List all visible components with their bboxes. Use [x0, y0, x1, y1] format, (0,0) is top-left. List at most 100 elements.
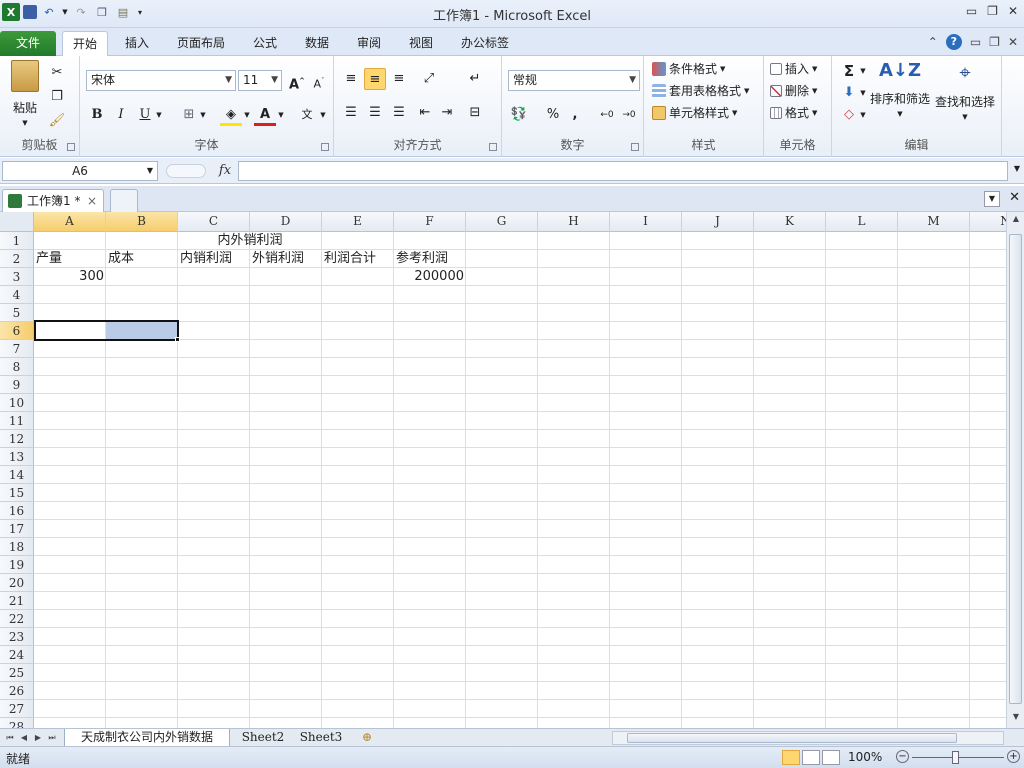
paste-dropdown-icon[interactable]: ▼ [22, 119, 27, 127]
row-header-9[interactable]: 9 [0, 376, 34, 394]
column-header-C[interactable]: C [178, 212, 250, 232]
decrease-indent-icon[interactable]: ⇤ [414, 102, 436, 124]
vertical-scrollbar[interactable]: ▲ ▼ [1006, 212, 1024, 728]
tab-office-tab[interactable]: 办公标签 [452, 31, 518, 56]
row-header-11[interactable]: 11 [0, 412, 34, 430]
row-header-26[interactable]: 26 [0, 682, 34, 700]
minimize-icon[interactable]: ▭ [966, 4, 977, 18]
worksheet-grid[interactable]: ABCDEFGHIJKLMN 1 2 3 4 5 6 7 8 9 10 11 12 13 14 15 16 17… [0, 212, 1006, 728]
tab-page-layout[interactable]: 页面布局 [170, 31, 232, 56]
column-header-F[interactable]: F [394, 212, 466, 232]
cell-B2[interactable]: 成本 [106, 250, 178, 268]
format-as-table-button[interactable]: 套用表格格式 ▼ [652, 82, 749, 99]
formula-splitter[interactable] [166, 164, 206, 178]
format-cells-button[interactable]: 格式 ▼ [770, 104, 817, 121]
fill-handle[interactable] [175, 337, 180, 342]
column-header-N[interactable]: N [970, 212, 1006, 232]
horizontal-scrollbar[interactable] [612, 731, 1004, 745]
comma-button[interactable]: , [564, 104, 586, 126]
cut-icon[interactable]: ✂ [46, 62, 68, 84]
zoom-in-icon[interactable]: + [1007, 750, 1020, 763]
row-header-8[interactable]: 8 [0, 358, 34, 376]
row-header-10[interactable]: 10 [0, 394, 34, 412]
next-sheet-icon[interactable]: ▶ [32, 731, 44, 745]
row-header-13[interactable]: 13 [0, 448, 34, 466]
fill-color-dropdown-icon[interactable]: ▼ [242, 104, 252, 126]
row-header-20[interactable]: 20 [0, 574, 34, 592]
scroll-down-icon[interactable]: ▼ [1010, 712, 1022, 726]
percent-button[interactable]: % [542, 104, 564, 126]
tab-insert[interactable]: 插入 [114, 31, 160, 56]
cell-A2[interactable]: 产量 [34, 250, 106, 268]
row-header-19[interactable]: 19 [0, 556, 34, 574]
underline-dropdown-icon[interactable]: ▼ [154, 104, 164, 126]
row-header-25[interactable]: 25 [0, 664, 34, 682]
cell-A3[interactable]: 300 [34, 268, 106, 286]
scroll-up-icon[interactable]: ▲ [1010, 214, 1022, 228]
cell-E2[interactable]: 利润合计 [322, 250, 394, 268]
page-break-view-icon[interactable] [822, 750, 840, 765]
normal-view-icon[interactable] [782, 750, 800, 765]
fill-color-icon[interactable]: ◈ [220, 104, 242, 126]
workbook-tab-close-icon[interactable]: × [87, 190, 97, 212]
row-header-2[interactable]: 2 [0, 250, 34, 268]
tab-review[interactable]: 审阅 [346, 31, 392, 56]
orientation-icon[interactable]: ⤢ [418, 68, 440, 90]
row-header-21[interactable]: 21 [0, 592, 34, 610]
wrap-text-icon[interactable]: ↵ [464, 68, 486, 90]
row-header-23[interactable]: 23 [0, 628, 34, 646]
column-header-B[interactable]: B [106, 212, 178, 232]
shrink-font-icon[interactable]: Aˇ [308, 70, 330, 92]
row-header-3[interactable]: 3 [0, 268, 34, 286]
horizontal-scroll-thumb[interactable] [627, 733, 957, 743]
help-icon[interactable]: ? [945, 34, 962, 50]
insert-function-icon[interactable]: fx [214, 161, 236, 181]
close-icon[interactable]: ✕ [1008, 4, 1018, 18]
row-header-14[interactable]: 14 [0, 466, 34, 484]
alignment-launcher-icon[interactable] [489, 143, 497, 151]
increase-decimal-icon[interactable]: ←0 [596, 104, 618, 126]
row-header-18[interactable]: 18 [0, 538, 34, 556]
formula-input[interactable] [238, 161, 1008, 181]
column-header-M[interactable]: M [898, 212, 970, 232]
cell-styles-button[interactable]: 单元格样式 ▼ [652, 104, 737, 121]
font-size-dropdown-icon[interactable]: ▼ [271, 71, 278, 90]
row-header-15[interactable]: 15 [0, 484, 34, 502]
insert-cells-button[interactable]: 插入 ▼ [770, 60, 817, 77]
cell-C2[interactable]: 内销利润 [178, 250, 250, 268]
prev-sheet-icon[interactable]: ◀ [18, 731, 30, 745]
font-color-icon[interactable]: A [254, 104, 276, 126]
name-box-dropdown-icon[interactable]: ▼ [147, 162, 153, 180]
page-layout-view-icon[interactable] [802, 750, 820, 765]
clear-dropdown-icon[interactable]: ▼ [858, 104, 868, 126]
active-cell-border[interactable] [34, 320, 179, 341]
cell-C1[interactable]: 内外销利润 [178, 232, 322, 250]
tab-list-dropdown-icon[interactable]: ▼ [984, 191, 1000, 207]
align-bottom-icon[interactable]: ≡ [388, 68, 410, 90]
workbook-close-icon[interactable]: ✕ [1008, 35, 1018, 49]
cell-F2[interactable]: 参考利润 [394, 250, 466, 268]
sheet-tab-3[interactable]: Sheet3 [294, 729, 348, 747]
accounting-format-icon[interactable]: 💱 [508, 104, 530, 126]
minimize-ribbon-icon[interactable]: ⌃ [928, 35, 938, 49]
column-header-A[interactable]: A [34, 212, 106, 232]
font-name-combo[interactable]: 宋体 ▼ [86, 70, 236, 91]
autosum-button[interactable]: Σ [838, 60, 860, 82]
number-format-dropdown-icon[interactable]: ▼ [629, 71, 636, 90]
cell-F3[interactable]: 200000 [394, 268, 466, 286]
align-top-icon[interactable]: ≡ [340, 68, 362, 90]
grow-font-icon[interactable]: A^ [286, 70, 308, 92]
borders-dropdown-icon[interactable]: ▼ [198, 104, 208, 126]
column-header-I[interactable]: I [610, 212, 682, 232]
row-header-28[interactable]: 28 [0, 718, 34, 728]
font-launcher-icon[interactable] [321, 143, 329, 151]
last-sheet-icon[interactable]: ⏭ [46, 731, 58, 745]
decrease-decimal-icon[interactable]: →0 [618, 104, 640, 126]
new-workbook-tab[interactable] [110, 189, 138, 212]
vertical-scroll-thumb[interactable] [1009, 234, 1022, 704]
sheet-tab-2[interactable]: Sheet2 [236, 729, 290, 747]
column-header-G[interactable]: G [466, 212, 538, 232]
format-painter-icon[interactable]: 🖌 [46, 110, 68, 132]
row-header-24[interactable]: 24 [0, 646, 34, 664]
column-header-J[interactable]: J [682, 212, 754, 232]
